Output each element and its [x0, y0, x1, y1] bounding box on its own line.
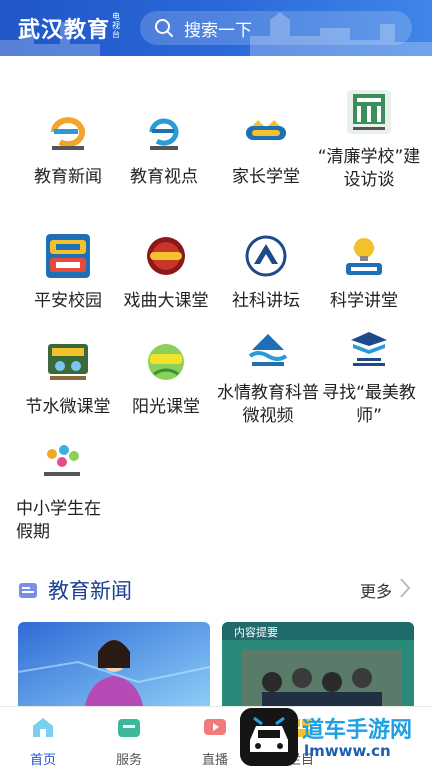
search-icon	[155, 19, 173, 37]
grid-label: 教育视点	[130, 167, 198, 187]
grid-label: 家长学堂	[232, 167, 300, 187]
app-header: 武汉教育 电视台 搜索一下	[0, 0, 432, 56]
grid-item-opera-class[interactable]: 戏曲大课堂	[116, 234, 216, 313]
grid-item-safe-campus[interactable]: 平安校园	[18, 234, 118, 313]
sunshine-class-logo-icon	[144, 340, 188, 384]
education-news-logo-icon	[46, 110, 90, 154]
social-science-forum-logo-icon	[244, 234, 288, 278]
grid-label: 科学讲堂	[330, 291, 398, 311]
grid-item-water-saving-class[interactable]: 节水微课堂	[18, 340, 118, 419]
grid-item-sunshine-class[interactable]: 阳光课堂	[116, 340, 216, 419]
safe-campus-logo-icon	[46, 234, 90, 278]
watermark-title: 道车手游网	[302, 718, 413, 743]
news-card[interactable]	[18, 622, 210, 712]
grid-item-education-viewpoint[interactable]: 教育视点	[114, 110, 214, 189]
grid-item-social-science-forum[interactable]: 社科讲坛	[216, 234, 316, 313]
grid-label: 戏曲大课堂	[123, 291, 209, 311]
grid-label: 水情教育科普微视频	[217, 383, 319, 426]
home-icon	[33, 718, 53, 737]
grid-item-students-holiday[interactable]: 中小学生在假期	[16, 442, 108, 544]
tab-home[interactable]: 首页	[8, 715, 78, 768]
section-title: 教育新闻	[48, 579, 132, 603]
grid-label: 节水微课堂	[25, 397, 111, 417]
grid-label: 寻找“最美教师”	[322, 383, 416, 426]
card-caption: 内容提要	[234, 626, 278, 639]
tab-service[interactable]: 服务	[94, 715, 164, 768]
students-holiday-logo-icon	[40, 442, 84, 486]
search-bar[interactable]: 搜索一下	[140, 11, 412, 45]
grid-item-clean-school[interactable]: “清廉学校”建设访谈	[314, 90, 424, 192]
grid-item-parent-school[interactable]: 家长学堂	[216, 110, 316, 189]
grid-item-science-lecture[interactable]: 科学讲堂	[314, 234, 414, 313]
grid-item-water-education[interactable]: 水情教育科普微视频	[214, 326, 322, 428]
more-link[interactable]: 更多	[360, 578, 392, 602]
education-viewpoint-logo-icon	[142, 110, 186, 154]
grid-label: “清廉学校”建设访谈	[317, 147, 421, 190]
brand-logo: 武汉教育 电视台	[18, 12, 122, 44]
grid-label: 中小学生在假期	[16, 499, 101, 542]
service-icon	[118, 719, 140, 737]
best-teacher-logo-icon	[347, 326, 391, 370]
opera-class-logo-icon	[144, 234, 188, 278]
clean-school-logo-icon	[347, 90, 391, 134]
water-education-logo-icon	[246, 326, 290, 370]
tab-label: 首页	[29, 753, 56, 768]
search-placeholder: 搜索一下	[184, 20, 252, 41]
grid-label: 平安校园	[34, 291, 102, 311]
section-header-education-news: 教育新闻 更多	[18, 574, 414, 606]
app-subtitle: 电视台	[112, 11, 121, 39]
science-lecture-logo-icon	[342, 234, 386, 278]
water-saving-class-logo-icon	[46, 340, 90, 384]
grid-item-education-news[interactable]: 教育新闻	[18, 110, 118, 189]
chevron-right-icon[interactable]	[398, 576, 412, 600]
grid-label: 教育新闻	[34, 167, 102, 187]
car-logo-icon	[240, 708, 298, 766]
news-section-icon	[19, 583, 37, 598]
grid-item-best-teacher[interactable]: 寻找“最美教师”	[314, 326, 424, 428]
grid-label: 社科讲坛	[232, 291, 300, 311]
news-thumbnail-anchor	[18, 622, 210, 712]
parent-school-logo-icon	[244, 110, 288, 154]
app-title: 武汉教育	[18, 18, 111, 43]
watermark-url: lmwww.cn	[304, 742, 391, 760]
news-card[interactable]: 内容提要	[222, 622, 414, 712]
grid-label: 阳光课堂	[132, 397, 200, 417]
tab-label: 服务	[115, 753, 142, 768]
site-watermark: 道车手游网 lmwww.cn	[240, 708, 432, 768]
live-icon	[204, 719, 226, 735]
